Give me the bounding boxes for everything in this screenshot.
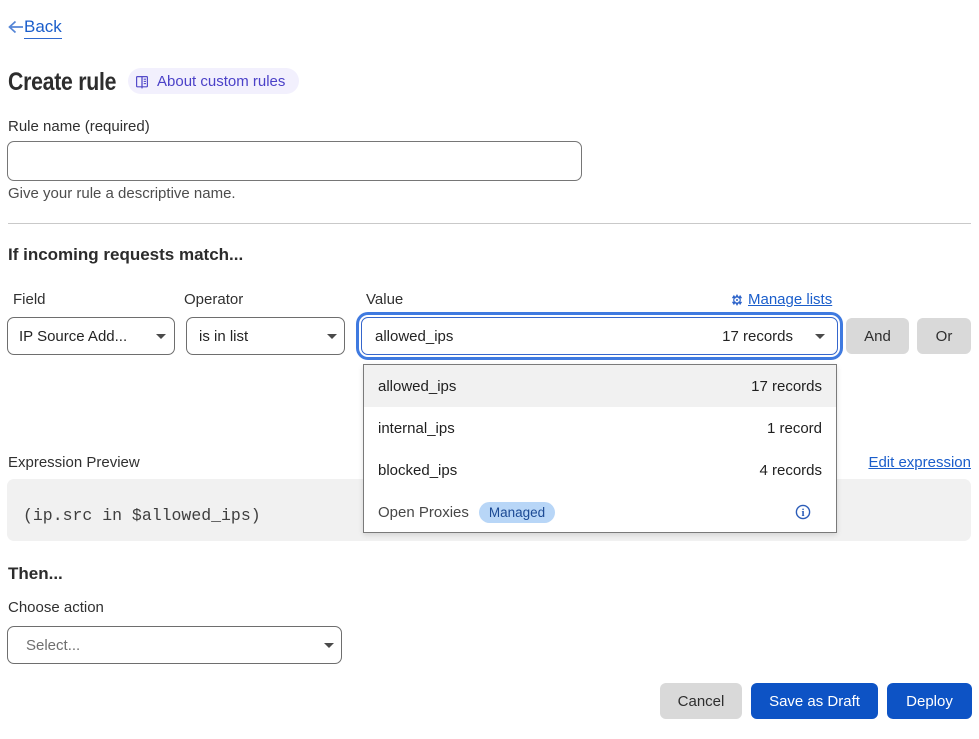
svg-text:i: i	[801, 507, 804, 519]
